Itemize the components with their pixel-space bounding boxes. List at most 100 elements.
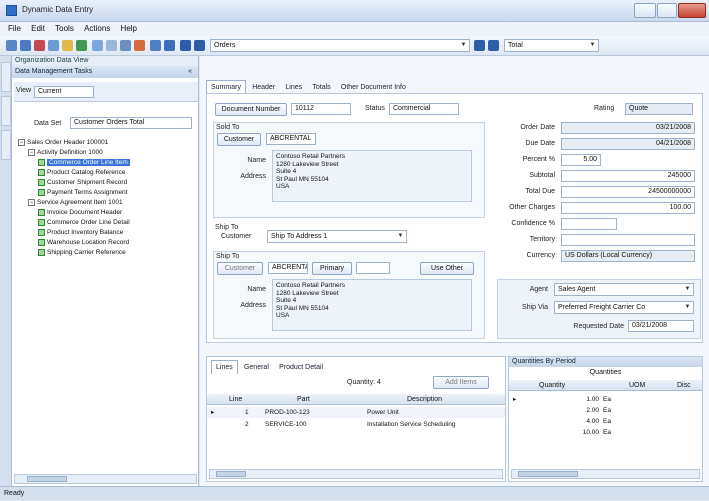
- rating-field[interactable]: Quote: [625, 103, 693, 115]
- totals-field[interactable]: 03/21/2008: [561, 122, 695, 134]
- tree-node[interactable]: Product Inventory Balance: [18, 228, 198, 238]
- expand-icon[interactable]: −: [28, 198, 35, 206]
- view-field[interactable]: Current: [34, 86, 94, 98]
- totals-field[interactable]: 245000: [561, 170, 695, 182]
- collapse-icon[interactable]: «: [188, 66, 192, 78]
- ship-to-address-label: Address: [240, 302, 266, 309]
- previous-record-icon[interactable]: [194, 40, 205, 51]
- totals-field[interactable]: [561, 234, 695, 246]
- ship-to-extra-field[interactable]: [356, 262, 390, 274]
- menu-help[interactable]: Help: [121, 22, 137, 36]
- table-row[interactable]: ▸ 1 PROD-100-123 Power Unit: [207, 407, 505, 418]
- status-field[interactable]: Commercial: [389, 103, 459, 115]
- table-row[interactable]: ▸ 1.00 Ea: [509, 394, 702, 405]
- nav-tab-2[interactable]: [1, 96, 11, 126]
- checkbox-icon[interactable]: [38, 168, 45, 176]
- ship-via-combo[interactable]: Preferred Freight Carrier Co ▼: [554, 301, 694, 314]
- tree-node[interactable]: − Service Agreement Item 1001: [18, 198, 198, 208]
- help-icon[interactable]: [164, 40, 175, 51]
- tree-node[interactable]: Product Catalog Reference: [18, 168, 198, 178]
- document-number-button[interactable]: Document Number: [215, 103, 287, 116]
- tab-summary[interactable]: Summary: [206, 80, 246, 94]
- menu-actions[interactable]: Actions: [84, 22, 110, 36]
- tab-lines-grid[interactable]: Lines: [211, 360, 238, 374]
- checkbox-icon[interactable]: [38, 238, 45, 246]
- sold-to-customer-button[interactable]: Customer: [217, 133, 261, 146]
- tree-node[interactable]: Customer Shipment Record: [18, 178, 198, 188]
- checkbox-icon[interactable]: [38, 218, 45, 226]
- scroll-thumb[interactable]: [518, 471, 578, 477]
- tree-node[interactable]: Warehouse Location Record: [18, 238, 198, 248]
- agent-combo[interactable]: Sales Agent ▼: [554, 283, 694, 296]
- totals-field[interactable]: 24500000000: [561, 186, 695, 198]
- scroll-thumb[interactable]: [216, 471, 246, 477]
- table-row[interactable]: 2.00 Ea: [509, 405, 702, 416]
- left-horizontal-scrollbar[interactable]: [14, 474, 197, 484]
- refresh-icon[interactable]: [76, 40, 87, 51]
- quantities-horizontal-scrollbar[interactable]: [511, 469, 700, 479]
- delete-icon[interactable]: [34, 40, 45, 51]
- totals-field[interactable]: 5.00: [561, 154, 601, 166]
- preview-icon[interactable]: [106, 40, 117, 51]
- attach-icon[interactable]: [134, 40, 145, 51]
- folder-icon[interactable]: [62, 40, 73, 51]
- sold-to-address[interactable]: Contoso Retail Partners 1280 Lakeview St…: [272, 150, 472, 202]
- add-items-button[interactable]: Add Items: [433, 376, 489, 389]
- maximize-button[interactable]: [657, 3, 677, 18]
- tree-node[interactable]: Shipping Carrier Reference: [18, 248, 198, 258]
- expand-icon[interactable]: −: [28, 148, 35, 156]
- primary-button[interactable]: Primary: [312, 262, 352, 275]
- table-row[interactable]: 2 SERVICE-100 Installation Service Schedul…: [207, 419, 505, 430]
- menu-edit[interactable]: Edit: [31, 22, 45, 36]
- ship-to-customer-field[interactable]: ABCRENTAL: [268, 262, 308, 274]
- totals-field[interactable]: 04/21/2008: [561, 138, 695, 150]
- expand-icon[interactable]: −: [18, 138, 25, 146]
- tab-general[interactable]: General: [240, 361, 273, 374]
- ship-to-customer-button[interactable]: Customer: [217, 262, 263, 275]
- tab-product-detail[interactable]: Product Detail: [275, 361, 327, 374]
- tree-node[interactable]: Invoice Document Header: [18, 208, 198, 218]
- first-record-icon[interactable]: [180, 40, 191, 51]
- ship-to-address[interactable]: Contoso Retail Partners 1280 Lakeview St…: [272, 279, 472, 331]
- next-record-icon[interactable]: [474, 40, 485, 51]
- totals-field[interactable]: [561, 218, 617, 230]
- new-icon[interactable]: [6, 40, 17, 51]
- menu-tools[interactable]: Tools: [55, 22, 74, 36]
- find-icon[interactable]: [150, 40, 161, 51]
- checkbox-icon[interactable]: [38, 248, 45, 256]
- use-other-button[interactable]: Use Other: [420, 262, 474, 275]
- requested-date-field[interactable]: 03/21/2008: [628, 320, 694, 332]
- save-icon[interactable]: [20, 40, 31, 51]
- document-number-field[interactable]: 10112: [291, 103, 351, 115]
- mail-icon[interactable]: [120, 40, 131, 51]
- sold-to-customer-field[interactable]: ABCRENTAL: [266, 133, 316, 145]
- ship-to-combo[interactable]: Ship To Address 1 ▼: [267, 230, 407, 243]
- tree-node[interactable]: Payment Terms Assignment: [18, 188, 198, 198]
- copy-icon[interactable]: [48, 40, 59, 51]
- lines-horizontal-scrollbar[interactable]: [209, 469, 503, 479]
- checkbox-icon[interactable]: [38, 188, 45, 196]
- filter-field[interactable]: Customer Orders Total: [70, 117, 192, 129]
- table-row[interactable]: 4.00 Ea: [509, 416, 702, 427]
- tree-node[interactable]: Commerce Order Line Detail: [18, 218, 198, 228]
- table-row[interactable]: 10.00 Ea: [509, 427, 702, 438]
- totals-field[interactable]: US Dollars (Local Currency): [561, 250, 695, 262]
- menu-file[interactable]: File: [8, 22, 21, 36]
- record-combo[interactable]: Orders ▼: [210, 39, 470, 52]
- secondary-combo[interactable]: Total ▼: [504, 39, 599, 52]
- tree-node[interactable]: − Sales Order Header 100001: [18, 138, 198, 148]
- checkbox-icon[interactable]: [38, 208, 45, 216]
- close-button[interactable]: [678, 3, 706, 18]
- last-record-icon[interactable]: [488, 40, 499, 51]
- nav-tab-3[interactable]: [1, 130, 11, 160]
- scroll-thumb[interactable]: [27, 476, 67, 482]
- checkbox-icon[interactable]: [38, 158, 45, 166]
- tree-node[interactable]: − Activity Definition 1000: [18, 148, 198, 158]
- print-icon[interactable]: [92, 40, 103, 51]
- totals-field[interactable]: 100.00: [561, 202, 695, 214]
- checkbox-icon[interactable]: [38, 228, 45, 236]
- nav-tab-1[interactable]: [1, 62, 11, 92]
- minimize-button[interactable]: [634, 3, 656, 18]
- tree-node[interactable]: Commerce Order Line Item: [18, 158, 198, 168]
- checkbox-icon[interactable]: [38, 178, 45, 186]
